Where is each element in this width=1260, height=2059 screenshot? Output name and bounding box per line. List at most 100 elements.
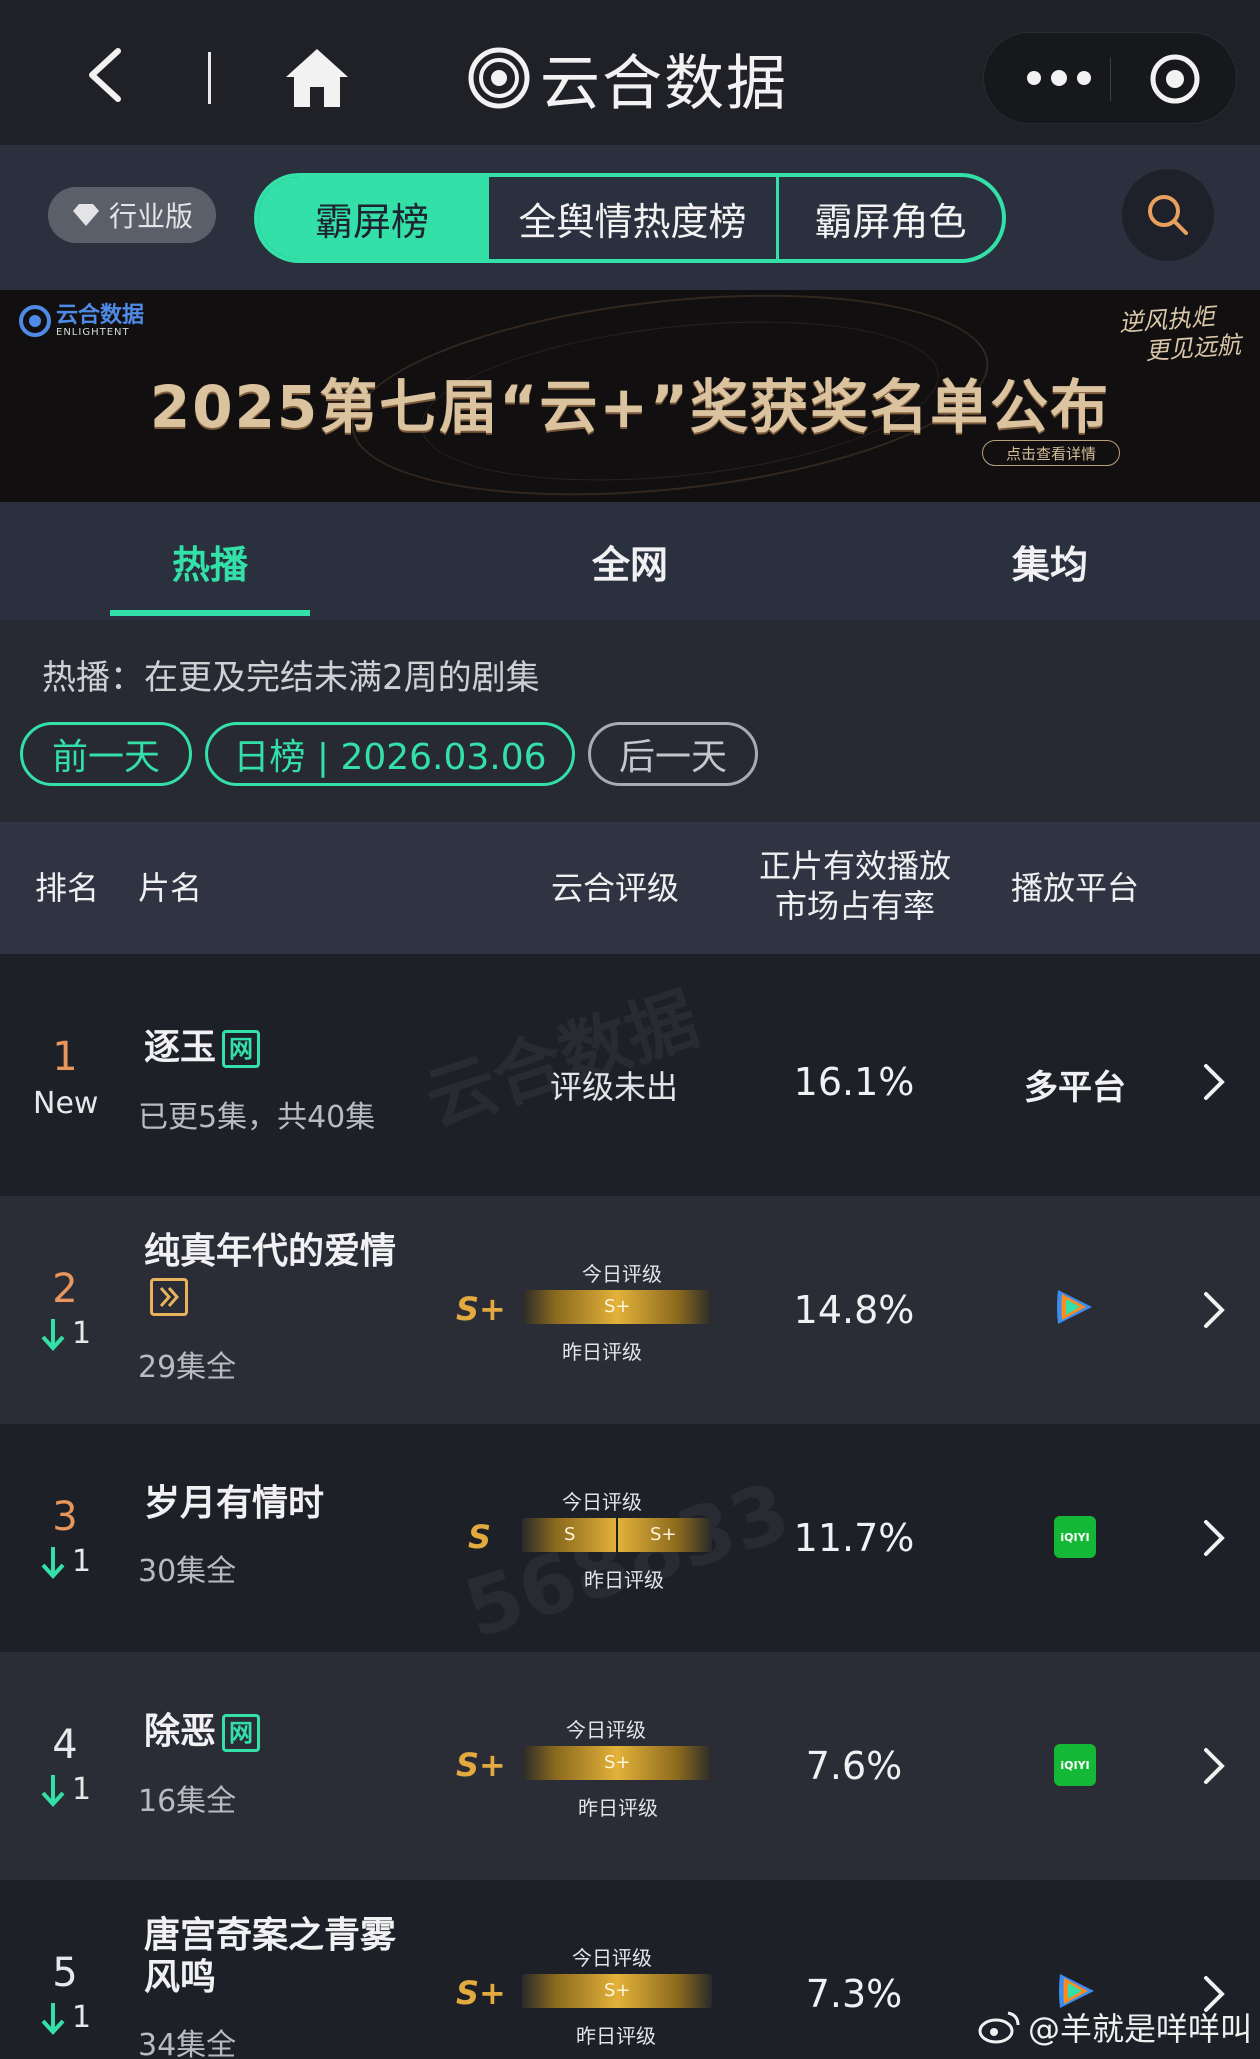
show-title: 唐宫奇案之青雾 <box>144 1915 397 1956</box>
screen: { "app": { "title": "云合数据" }, "filters":… <box>0 0 1260 2059</box>
rank-change-value: 1 <box>72 1544 92 1579</box>
top-navigation-bar: 云合数据 <box>0 0 1260 145</box>
arrow-down-icon <box>41 1318 65 1351</box>
rating-bar: S+ <box>522 1746 712 1780</box>
rating-pending: 评级未出 <box>550 1068 679 1106</box>
market-share: 7.3% <box>805 1972 903 2016</box>
table-row[interactable]: 568833 3 1 岁月有情时 30集全 S 今日评级 S S+ 昨日评级 1… <box>0 1424 1260 1656</box>
industry-version-button[interactable]: 行业版 <box>48 187 216 243</box>
date-picker-button[interactable]: 日榜 | 2026.03.06 <box>205 722 575 786</box>
iqiyi-icon: iQIYI <box>1054 1744 1096 1786</box>
table-row[interactable]: 2 1 纯真年代的爱情 29集全 S+ 今日评级 S+ 昨日评级 14.8% <box>0 1196 1260 1424</box>
rating-bar: S S+ <box>522 1518 712 1552</box>
capsule-divider <box>1110 57 1111 101</box>
play-badge-icon <box>150 1278 188 1316</box>
board-tabs: 霸屏榜 全舆情热度榜 霸屏角色 <box>254 173 1006 263</box>
rating-bar-label: S <box>564 1524 576 1545</box>
banner-slogan: 逆风执炬 更见远航 <box>1118 300 1242 368</box>
rank-change: 1 <box>40 1316 91 1351</box>
banner-logo: 云合数据 ENLIGHTENT <box>18 304 144 338</box>
rank-change-value: 1 <box>72 1772 92 1807</box>
header-rating: 云合评级 <box>550 869 679 907</box>
watermark: 云合数据 <box>415 977 708 1142</box>
weibo-icon <box>978 2011 1020 2044</box>
subtab-quanwang[interactable]: 全网 <box>530 534 730 589</box>
search-button[interactable] <box>1122 169 1214 261</box>
arrow-down-icon <box>41 2002 65 2035</box>
show-title: 逐玉网 <box>144 1026 261 1070</box>
diamond-icon <box>72 204 99 226</box>
platform-multi: 多平台 <box>1024 1068 1126 1108</box>
table-header: 排名 片名 云合评级 正片有效播放 市场占有率 播放平台 <box>0 822 1260 954</box>
rank-number: 3 <box>52 1494 78 1540</box>
board-selector-row: 行业版 霸屏榜 全舆情热度榜 霸屏角色 <box>0 145 1260 290</box>
banner-headline: 2025第七届“云+”奖获奖名单公布 <box>149 373 1111 441</box>
rank-number: 1 <box>52 1034 78 1080</box>
rating-bar-label: S+ <box>604 1980 631 2001</box>
rating-grade: S+ <box>456 1290 506 1328</box>
app-title-text: 云合数据 <box>540 48 788 119</box>
header-share-line1: 正片有效播放 <box>758 847 951 885</box>
mini-program-capsule <box>983 32 1237 124</box>
today-rating-label: 今日评级 <box>566 1718 646 1742</box>
web-series-badge: 网 <box>222 1030 261 1068</box>
more-icon[interactable] <box>1024 63 1094 93</box>
table-row[interactable]: 云合数据 1 New 逐玉网 已更5集，共40集 评级未出 16.1% 多平台 <box>0 954 1260 1196</box>
show-title: 岁月有情时 <box>144 1483 325 1524</box>
rating-bar-divider <box>616 1518 618 1552</box>
tab-bapingjuese[interactable]: 霸屏角色 <box>776 177 1002 259</box>
rating-grade: S+ <box>456 1746 506 1784</box>
today-rating-label: 今日评级 <box>562 1490 642 1514</box>
back-arrow-icon[interactable] <box>80 45 130 105</box>
ranking-subtabs: 热播 全网 集均 <box>0 502 1260 620</box>
home-icon[interactable] <box>282 45 352 110</box>
tab-bapingbang[interactable]: 霸屏榜 <box>258 177 486 259</box>
table-row[interactable]: 4 1 除恶网 16集全 S+ 今日评级 S+ 昨日评级 7.6% iQIYI <box>0 1652 1260 1880</box>
episode-info: 29集全 <box>138 1350 237 1385</box>
yesterday-rating-label: 昨日评级 <box>576 2024 656 2048</box>
episode-info: 30集全 <box>138 1554 237 1589</box>
market-share: 11.7% <box>793 1516 915 1560</box>
ranking-description: 热播：在更及完结未满2周的剧集 <box>42 658 540 698</box>
market-share: 14.8% <box>793 1288 915 1332</box>
banner-logo-text: 云合数据 <box>56 302 145 328</box>
chevron-right-icon[interactable] <box>1202 1062 1226 1102</box>
today-rating-label: 今日评级 <box>572 1946 652 1970</box>
subtab-rebo[interactable]: 热播 <box>110 534 310 589</box>
rating-bar: S+ <box>522 1974 712 2008</box>
industry-version-label: 行业版 <box>108 200 193 233</box>
close-mini-program-icon[interactable] <box>1149 53 1201 105</box>
today-rating-label: 今日评级 <box>582 1262 662 1286</box>
weibo-watermark: @羊就是咩咩叫 <box>978 2004 1252 2050</box>
show-title: 纯真年代的爱情 <box>144 1231 397 1272</box>
active-tab-indicator <box>110 610 310 616</box>
web-series-badge: 网 <box>222 1714 261 1752</box>
rank-change: 1 <box>40 1772 91 1807</box>
arrow-down-icon <box>41 1774 65 1807</box>
rank-change-value: 1 <box>72 1316 92 1351</box>
next-day-button[interactable]: 后一天 <box>588 722 758 786</box>
chevron-right-icon[interactable] <box>1202 1518 1226 1558</box>
iqiyi-icon: iQIYI <box>1054 1516 1096 1558</box>
tab-quanyuqing[interactable]: 全舆情热度榜 <box>486 177 776 259</box>
search-icon <box>1148 195 1188 235</box>
award-banner[interactable]: 云合数据 ENLIGHTENT 2025第七届“云+”奖获奖名单公布 点击查看详… <box>0 290 1260 502</box>
rank-number: 5 <box>52 1950 78 1996</box>
rank-change: 1 <box>40 2000 91 2035</box>
chevron-right-icon[interactable] <box>1202 1290 1226 1330</box>
rank-change-value: 1 <box>72 2000 92 2035</box>
rank-number: 2 <box>52 1266 78 1312</box>
header-name: 片名 <box>137 869 202 907</box>
rating-grade: S <box>468 1518 492 1556</box>
prev-day-button[interactable]: 前一天 <box>20 722 192 786</box>
yunhe-logo-icon <box>19 305 51 337</box>
subtab-jijun[interactable]: 集均 <box>950 534 1150 589</box>
show-title-text: 除恶 <box>144 1711 217 1752</box>
banner-detail-button[interactable]: 点击查看详情 <box>982 440 1120 466</box>
tencent-video-icon <box>1057 1290 1092 1324</box>
nav-divider <box>208 52 211 104</box>
app-title: 云合数据 <box>468 38 788 119</box>
chevron-right-icon[interactable] <box>1202 1746 1226 1786</box>
market-share: 16.1% <box>793 1060 915 1104</box>
header-platform: 播放平台 <box>1010 869 1139 907</box>
